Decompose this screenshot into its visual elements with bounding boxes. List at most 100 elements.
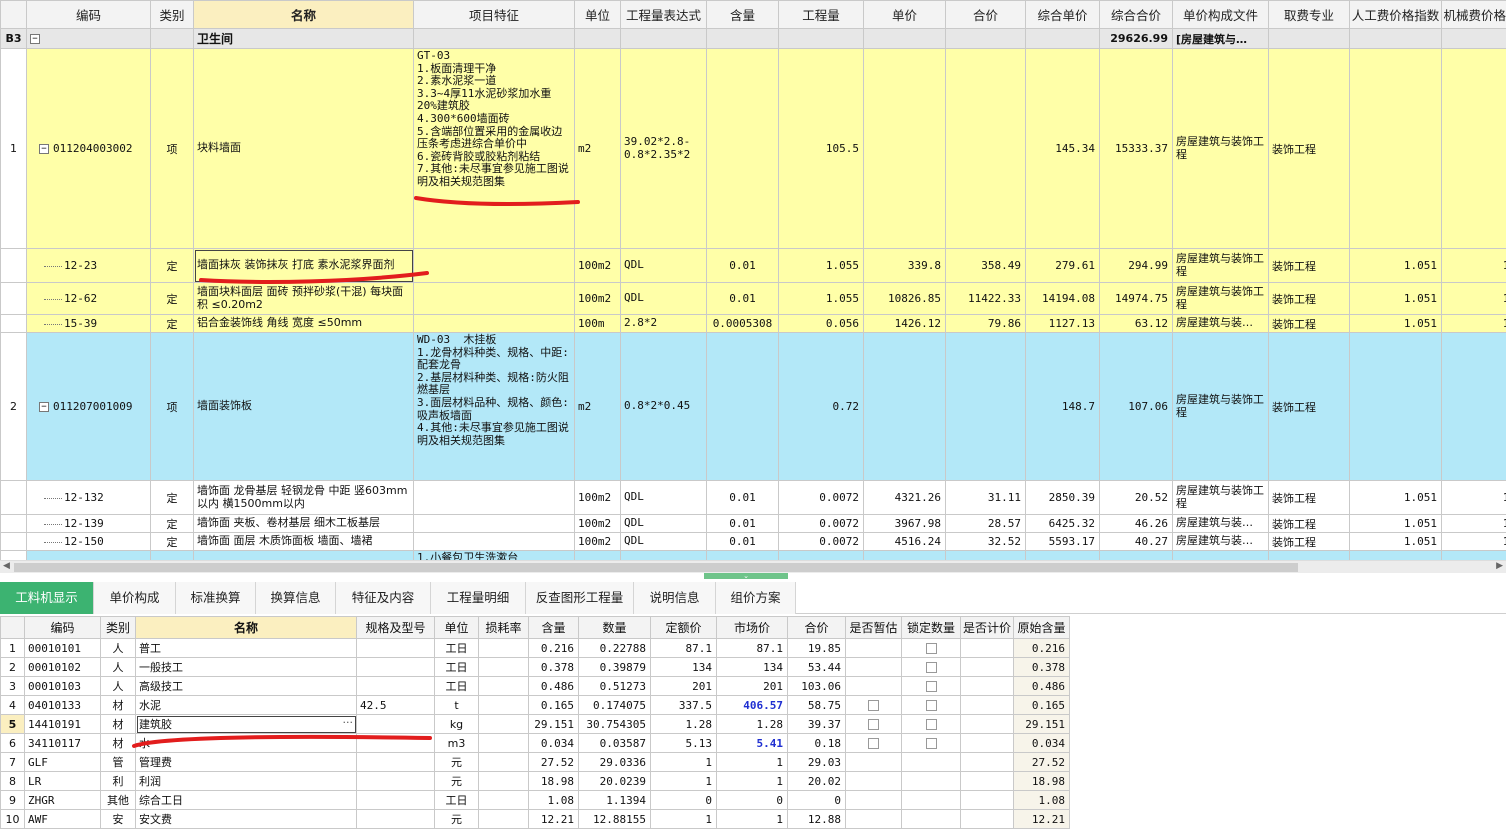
col-header-labor-idx[interactable]: 人工费价格指数	[1349, 0, 1442, 29]
item-expr[interactable]: 0.8*2*0.45	[620, 332, 707, 481]
bill-item-row[interactable]: 1−011204003002 项块料墙面 GT-03 1.板面清理干净 2.素水泥浆…	[0, 48, 1506, 249]
resource-code[interactable]: 04010133	[24, 695, 101, 715]
item-unit[interactable]: 100m2	[574, 282, 621, 315]
item-price-file[interactable]	[1172, 549, 1269, 560]
resource-loss[interactable]	[478, 790, 529, 810]
item-major[interactable]: 装饰工程	[1268, 48, 1350, 249]
resource-type[interactable]: 材	[100, 695, 136, 715]
res-col-total[interactable]: 合价	[787, 616, 846, 639]
resource-market-price[interactable]: 87.1	[716, 638, 788, 658]
resource-code[interactable]: 00010101	[24, 638, 101, 658]
resource-grid[interactable]: 编码 类别 名称 规格及型号 单位 损耗率 含量 数量 定额价 市场价 合价 是…	[0, 616, 1506, 834]
res-col-loss[interactable]: 损耗率	[478, 616, 529, 639]
item-name[interactable]: 墙饰面 夹板、卷材基层 细木工板基层	[193, 514, 414, 533]
tab-feature-content[interactable]: 特征及内容	[336, 582, 431, 614]
item-code-cell[interactable]: −011207001009	[26, 332, 151, 481]
item-name[interactable]: 块料墙面	[193, 48, 414, 249]
resource-spec[interactable]	[356, 733, 435, 753]
item-content[interactable]	[706, 48, 779, 249]
resource-market-price[interactable]: 406.57	[716, 695, 788, 715]
resource-code[interactable]: LR	[24, 771, 101, 791]
resource-name[interactable]: 水泥	[135, 695, 357, 715]
resource-name[interactable]: 普工	[135, 638, 357, 658]
item-expr[interactable]: QDL	[620, 514, 707, 533]
quota-sub-row[interactable]: 15-39 定铝合金装饰线 角线 宽度 ≤50mm 100m 2.8*2 0.00053…	[0, 314, 1506, 333]
tab-description[interactable]: 说明信息	[634, 582, 716, 614]
resource-qty[interactable]: 0.51273	[578, 676, 651, 696]
col-header-total[interactable]: 合价	[945, 0, 1026, 29]
resource-lock[interactable]	[901, 771, 961, 791]
item-price-file[interactable]: 房屋建筑与装饰工程	[1172, 48, 1269, 249]
res-col-spec[interactable]: 规格及型号	[356, 616, 435, 639]
col-header-name[interactable]: 名称	[193, 0, 414, 29]
item-expr[interactable]	[620, 549, 707, 560]
item-labor-index[interactable]	[1349, 48, 1442, 249]
resource-content[interactable]: 18.98	[528, 771, 579, 791]
item-labor-index[interactable]	[1349, 332, 1442, 481]
item-code-cell[interactable]: 12-139	[26, 514, 151, 533]
col-header-expr[interactable]: 工程量表达式	[620, 0, 707, 29]
item-major[interactable]: 装饰工程	[1268, 532, 1350, 551]
panel-splitter-handle[interactable]: ⌄	[704, 573, 788, 580]
resource-lock[interactable]	[901, 638, 961, 658]
item-expr[interactable]: QDL	[620, 532, 707, 551]
item-quantity[interactable]: 1.055	[778, 248, 864, 283]
lock-quantity-checkbox[interactable]	[925, 681, 937, 692]
resource-content[interactable]: 27.52	[528, 752, 579, 772]
resource-row[interactable]: 3 00010103 人高级技工 工日 0.486 0.51273 201 201 103.06…	[0, 676, 1070, 696]
item-content[interactable]: 0.0005308	[706, 314, 779, 333]
resource-content[interactable]: 29.151	[528, 714, 579, 734]
resource-estimate[interactable]	[845, 809, 902, 829]
resource-name[interactable]: 管理费	[135, 752, 357, 772]
estimate-checkbox[interactable]	[868, 700, 879, 711]
item-expr[interactable]: 39.02*2.8-0.8*2.35*2	[620, 48, 707, 249]
col-header-mach-idx[interactable]: 机械费价格指	[1441, 0, 1506, 29]
resource-type[interactable]: 材	[100, 733, 136, 753]
resource-row[interactable]: 9 ZHGR 其他 综合工日 工日 1.08 1.1394 0 0 0 1.08	[0, 790, 1070, 810]
item-unit[interactable]: m2	[574, 332, 621, 481]
item-quantity[interactable]: 0.056	[778, 314, 864, 333]
resource-code[interactable]: GLF	[24, 752, 101, 772]
item-quantity[interactable]: 1.055	[778, 282, 864, 315]
resource-qty[interactable]: 20.0239	[578, 771, 651, 791]
resource-row[interactable]: 10 AWF 安安文费元 12.21 12.88155 1 1 12.88 12.21	[0, 809, 1070, 829]
resource-market-price[interactable]: 1.28	[716, 714, 788, 734]
resource-market-price[interactable]: 201	[716, 676, 788, 696]
item-price-file[interactable]: 房屋建筑与装…	[1172, 314, 1269, 333]
resource-loss[interactable]	[478, 638, 529, 658]
tab-quantity-detail[interactable]: 工程量明细	[431, 582, 526, 614]
resource-loss[interactable]	[478, 695, 529, 715]
item-price-file[interactable]: 房屋建筑与装饰工程	[1172, 248, 1269, 283]
item-price-file[interactable]: 房屋建筑与装…	[1172, 532, 1269, 551]
resource-unit[interactable]: 元	[434, 771, 479, 791]
resource-market-price[interactable]: 1	[716, 771, 788, 791]
item-spec[interactable]: WD-03 木挂板 1.龙骨材料种类、规格、中距:配套龙骨 2.基层材料种类、规…	[413, 332, 575, 481]
resource-market-price[interactable]: 5.41	[716, 733, 788, 753]
resource-priced[interactable]	[960, 733, 1014, 753]
resource-content[interactable]: 12.21	[528, 809, 579, 829]
resource-type[interactable]: 人	[100, 676, 136, 696]
resource-estimate[interactable]	[845, 714, 902, 734]
item-major[interactable]: 装饰工程	[1268, 480, 1350, 515]
resource-estimate[interactable]	[845, 695, 902, 715]
resource-content[interactable]: 1.08	[528, 790, 579, 810]
resource-code[interactable]: 00010102	[24, 657, 101, 677]
resource-qty[interactable]: 0.22788	[578, 638, 651, 658]
resource-priced[interactable]	[960, 657, 1014, 677]
bill-item-row[interactable]: 1.小餐包卫生洗漱台 2.台盆台面制作安装及	[0, 549, 1506, 560]
lock-quantity-checkbox[interactable]	[925, 738, 937, 749]
res-col-qty[interactable]: 数量	[578, 616, 651, 639]
tab-conversion-info[interactable]: 换算信息	[256, 582, 336, 614]
resource-unit[interactable]: 工日	[434, 638, 479, 658]
resource-lock[interactable]	[901, 676, 961, 696]
resource-loss[interactable]	[478, 714, 529, 734]
resource-estimate[interactable]	[845, 752, 902, 772]
item-code-cell[interactable]: 12-150	[26, 532, 151, 551]
resource-loss[interactable]	[478, 657, 529, 677]
quota-sub-row[interactable]: 12-132 定墙饰面 龙骨基层 轻钢龙骨 中距 竖603mm以内 横1500mm…	[0, 480, 1506, 515]
res-col-market[interactable]: 市场价	[716, 616, 788, 639]
resource-content[interactable]: 0.034	[528, 733, 579, 753]
item-content[interactable]	[706, 549, 779, 560]
lock-quantity-checkbox[interactable]	[925, 700, 937, 711]
resource-market-price[interactable]: 1	[716, 752, 788, 772]
